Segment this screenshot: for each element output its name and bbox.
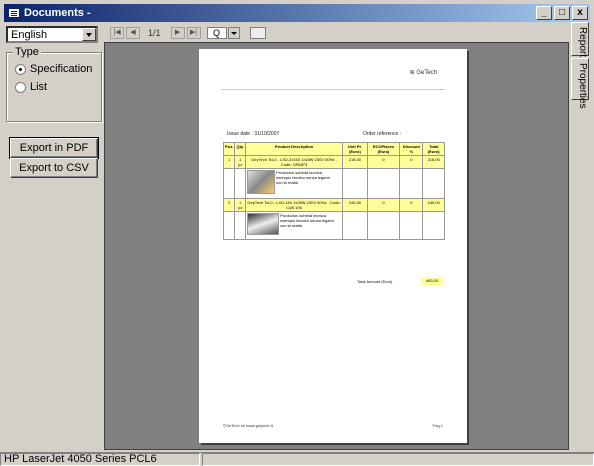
cell: GeyTech TcL0 - LXD-2x150 1x18W 230V 50Hz… [244, 155, 344, 169]
radio-icon[interactable] [15, 63, 26, 75]
report-viewer[interactable]: ⊕ GeTech Issue date : 31/10/2007 Order r… [104, 42, 569, 450]
col-header: Qty. [234, 142, 246, 156]
cell: 218,00 [422, 155, 445, 169]
print-icon[interactable] [249, 27, 266, 39]
cell: 0 [399, 155, 424, 169]
page-indicator: 1/1 [148, 28, 161, 38]
cell: 0 [399, 198, 424, 212]
cell: 1 [222, 155, 236, 169]
type-legend: Type [13, 46, 41, 58]
radio-icon[interactable] [15, 81, 26, 93]
viewer-toolbar: |◀ ◀ 1/1 ▶ ▶| Q [110, 24, 570, 42]
table-row: 1 1 pz GeyTech TcL0 - LXD-2x150 1x18W 23… [222, 155, 445, 169]
product-note: Productos scheda tecnica esempio tecnico… [280, 213, 334, 228]
last-page-button[interactable]: ▶| [186, 27, 201, 39]
report-logo: ⊕ GeTech [409, 70, 437, 76]
col-header: Total (Euro) [422, 142, 445, 156]
tab-report[interactable]: Report [571, 22, 589, 57]
total-label: Total Amount (Euro) [357, 279, 393, 284]
chevron-down-icon[interactable] [82, 28, 96, 41]
cell: 245,00 [422, 198, 445, 212]
cell: 2 [222, 198, 236, 212]
left-panel: English Type Specification List Export i… [4, 22, 106, 450]
prev-page-button[interactable]: ◀ [126, 27, 140, 39]
radio-list[interactable]: List [15, 81, 47, 93]
product-image [246, 213, 279, 235]
tab-properties[interactable]: Properties [571, 58, 589, 109]
col-header: Discount % [399, 142, 424, 156]
minimize-button[interactable]: _ [536, 6, 552, 20]
cell: 0 [366, 198, 401, 212]
table-row: Productos scheda tecnica esempio tecnico… [222, 211, 445, 240]
radio-label: List [30, 81, 48, 93]
status-bar: HP LaserJet 4050 Series PCL6 [0, 452, 594, 466]
cell: 218,00 [342, 155, 368, 169]
documents-window: Documents - _ □ x English Type Specifica… [0, 0, 594, 466]
window-icon [8, 8, 20, 18]
page-number: Pag.1 [432, 423, 443, 428]
cell: GeyTech TcL0 - LXD-150 1x28W 230V 50Hz -… [244, 198, 344, 212]
radio-label: Specification [30, 63, 93, 75]
maximize-button[interactable]: □ [554, 6, 570, 20]
col-header: ECOPlaces (Euro) [366, 142, 401, 156]
language-value: English [11, 28, 48, 41]
type-group: Type Specification List [6, 46, 102, 122]
divider [221, 89, 445, 90]
issue-date: Issue date : 31/10/2007 [227, 131, 280, 137]
radio-specification[interactable]: Specification [15, 63, 92, 75]
cell: 1 pz [234, 155, 246, 169]
language-select[interactable]: English [6, 26, 98, 43]
total-value: 463,00 [421, 277, 443, 285]
products-table: Pos. Qty. Product Description Unit Pr. (… [222, 142, 445, 240]
zoom-icon[interactable]: Q [206, 27, 227, 39]
printer-status: HP LaserJet 4050 Series PCL6 [0, 453, 200, 466]
cell: 1 pz [234, 198, 246, 212]
cell: 0 [366, 155, 401, 169]
first-page-button[interactable]: |◀ [110, 27, 124, 39]
export-pdf-button[interactable]: Export in PDF [9, 137, 99, 159]
close-button[interactable]: x [572, 6, 588, 20]
cell: 245,00 [342, 198, 368, 212]
product-note: Productos scheda tecnica esempio tecnico… [276, 170, 330, 185]
side-tabs: Report Properties [571, 22, 589, 109]
zoom-dropdown[interactable] [227, 27, 240, 39]
window-title: Documents - [24, 7, 91, 19]
next-page-button[interactable]: ▶ [170, 27, 185, 39]
col-header: Product Description [244, 142, 344, 156]
col-header: Unit Pr. (Euro) [342, 142, 368, 156]
report-page: ⊕ GeTech Issue date : 31/10/2007 Order r… [199, 49, 467, 443]
title-bar[interactable]: Documents - _ □ x [4, 4, 590, 22]
product-image [246, 170, 275, 194]
export-csv-button[interactable]: Export to CSV [10, 158, 98, 178]
col-header: Pos. [222, 142, 236, 156]
table-row: Productos scheda tecnica esempio tecnico… [222, 168, 445, 199]
report-footer: ©GeTech srl www.geytech.it [223, 423, 273, 428]
status-panel [202, 453, 594, 466]
table-row: 2 1 pz GeyTech TcL0 - LXD-150 1x28W 230V… [222, 198, 445, 212]
order-reference: Order reference : [363, 131, 402, 137]
